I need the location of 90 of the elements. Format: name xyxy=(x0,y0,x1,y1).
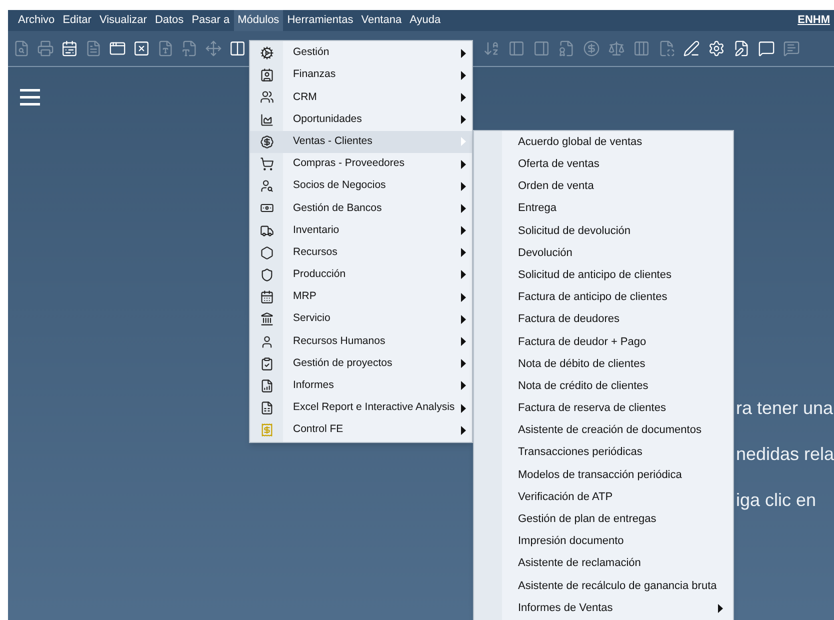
menu-item[interactable]: Recursos Humanos xyxy=(250,330,472,353)
people-icon xyxy=(260,90,274,104)
menu-item[interactable]: CRM xyxy=(250,86,472,109)
menu-item[interactable]: Compras - Proveedores xyxy=(250,152,472,176)
calendar-icon xyxy=(260,290,274,304)
caret-icon xyxy=(461,160,466,169)
menu-item[interactable]: Informes xyxy=(250,374,472,397)
hexagon-icon xyxy=(260,246,274,260)
menu-item[interactable]: Control FE xyxy=(250,419,472,442)
caret-icon xyxy=(461,204,466,213)
bank-icon xyxy=(260,312,274,326)
menu-bar-item[interactable]: Pasar a xyxy=(188,10,234,31)
menu-item[interactable]: Nota de crédito de clientes xyxy=(474,375,733,398)
intro-text: iga clic en xyxy=(736,489,818,511)
menu-item[interactable]: Modelos de transacción periódica xyxy=(474,464,733,486)
menu-item[interactable]: Excel Report e Interactive Analysis xyxy=(250,397,472,420)
menu-item[interactable]: Producción xyxy=(250,264,472,286)
receipt-icon xyxy=(260,423,274,438)
caret-icon xyxy=(461,137,466,146)
menu-icon[interactable] xyxy=(20,89,40,106)
dollar-icon xyxy=(260,134,274,149)
caret-icon xyxy=(461,314,466,324)
menu-item[interactable]: Oportunidades xyxy=(250,108,472,131)
gear-icon xyxy=(260,46,274,60)
truck-icon xyxy=(260,224,274,238)
menu-item[interactable]: Impresión documento xyxy=(474,530,733,553)
menu-bar-item[interactable]: Módulos xyxy=(234,10,284,31)
menu-item[interactable]: Gestión de plan de entregas xyxy=(474,508,733,530)
menu-item[interactable]: Ventas - Clientes xyxy=(250,130,472,153)
menu-bar-item[interactable]: Archivo xyxy=(14,10,59,31)
menu-item[interactable]: Socios de Negocios xyxy=(250,175,472,198)
menu-item[interactable]: Solicitud de devolución xyxy=(474,220,733,242)
menu-item[interactable]: Servicio xyxy=(250,308,472,330)
menu-bar-item[interactable]: Editar xyxy=(58,10,96,31)
menu-item[interactable]: Devolución xyxy=(474,242,733,264)
intro-text: ra tener una xyxy=(736,397,834,419)
menu-item[interactable]: Acuerdo global de ventas xyxy=(474,131,733,154)
intro-text: nedidas rela xyxy=(736,443,834,465)
caret-icon xyxy=(461,92,466,102)
menu-bar-item[interactable]: Ventana xyxy=(357,10,406,31)
caret-icon xyxy=(461,337,466,346)
shield-icon xyxy=(260,268,274,282)
menu-item[interactable]: Asistente de recálculo de ganancia bruta xyxy=(474,574,733,597)
caret-icon xyxy=(718,604,723,613)
menu-item[interactable]: Factura de reserva de clientes xyxy=(474,397,733,420)
person-icon xyxy=(260,334,274,349)
menu-item[interactable]: Informes de Ventas xyxy=(474,596,733,620)
menu-item[interactable]: Factura de deudores xyxy=(474,308,733,331)
caret-icon xyxy=(461,248,466,258)
menu-item[interactable]: Asistente de reclamación xyxy=(474,552,733,575)
menu-item[interactable]: Factura de deudor + Pago xyxy=(474,330,733,353)
menu-item[interactable]: Oferta de ventas xyxy=(474,153,733,176)
menu-item[interactable]: Inventario xyxy=(250,220,472,242)
menu-item[interactable]: Gestión de proyectos xyxy=(250,352,472,375)
menu-item[interactable]: Verificación de ATP xyxy=(474,486,733,508)
menu-bar-item[interactable]: Visualizar xyxy=(95,10,151,31)
menu-bar-item[interactable]: Datos xyxy=(150,10,188,31)
caret-icon xyxy=(461,226,466,236)
cart-icon xyxy=(260,157,274,172)
caret-icon xyxy=(461,359,466,368)
menu-item[interactable]: MRP xyxy=(250,286,472,308)
menu-item[interactable]: Finanzas xyxy=(250,64,472,86)
menu-bar-item[interactable]: Ayuda xyxy=(406,10,445,31)
user-search-icon xyxy=(260,179,274,194)
contact-card-icon xyxy=(260,68,274,82)
menu-item[interactable]: Solicitud de anticipo de clientes xyxy=(474,264,733,286)
menu-bar-item[interactable]: Herramientas xyxy=(283,10,358,31)
menu-item[interactable]: Recursos xyxy=(250,242,472,264)
caret-icon xyxy=(461,426,466,435)
menu-item[interactable]: Nota de débito de clientes xyxy=(474,352,733,376)
menu-item[interactable]: Entrega xyxy=(474,198,733,220)
menu-item[interactable]: Transacciones periódicas xyxy=(474,442,733,464)
menu-item[interactable]: Gestión de Bancos xyxy=(250,197,472,220)
caret-icon xyxy=(461,70,466,80)
caret-icon xyxy=(461,48,466,58)
chart-icon xyxy=(260,112,274,127)
caret-icon xyxy=(461,115,466,124)
caret-icon xyxy=(461,404,466,413)
caret-icon xyxy=(461,292,466,302)
spreadsheet-icon xyxy=(260,401,274,416)
menu-item[interactable]: Asistente de creación de documentos xyxy=(474,419,733,442)
clipboard-icon xyxy=(260,356,274,371)
menu-item[interactable]: Factura de anticipo de clientes xyxy=(474,286,733,308)
caret-icon xyxy=(461,182,466,191)
caret-icon xyxy=(461,270,466,280)
menu-item[interactable]: Orden de venta xyxy=(474,175,733,198)
user-name[interactable]: ENHM xyxy=(798,10,830,31)
menu-item[interactable]: Gestión xyxy=(250,42,472,64)
caret-icon xyxy=(461,381,466,390)
report-icon xyxy=(260,378,274,393)
